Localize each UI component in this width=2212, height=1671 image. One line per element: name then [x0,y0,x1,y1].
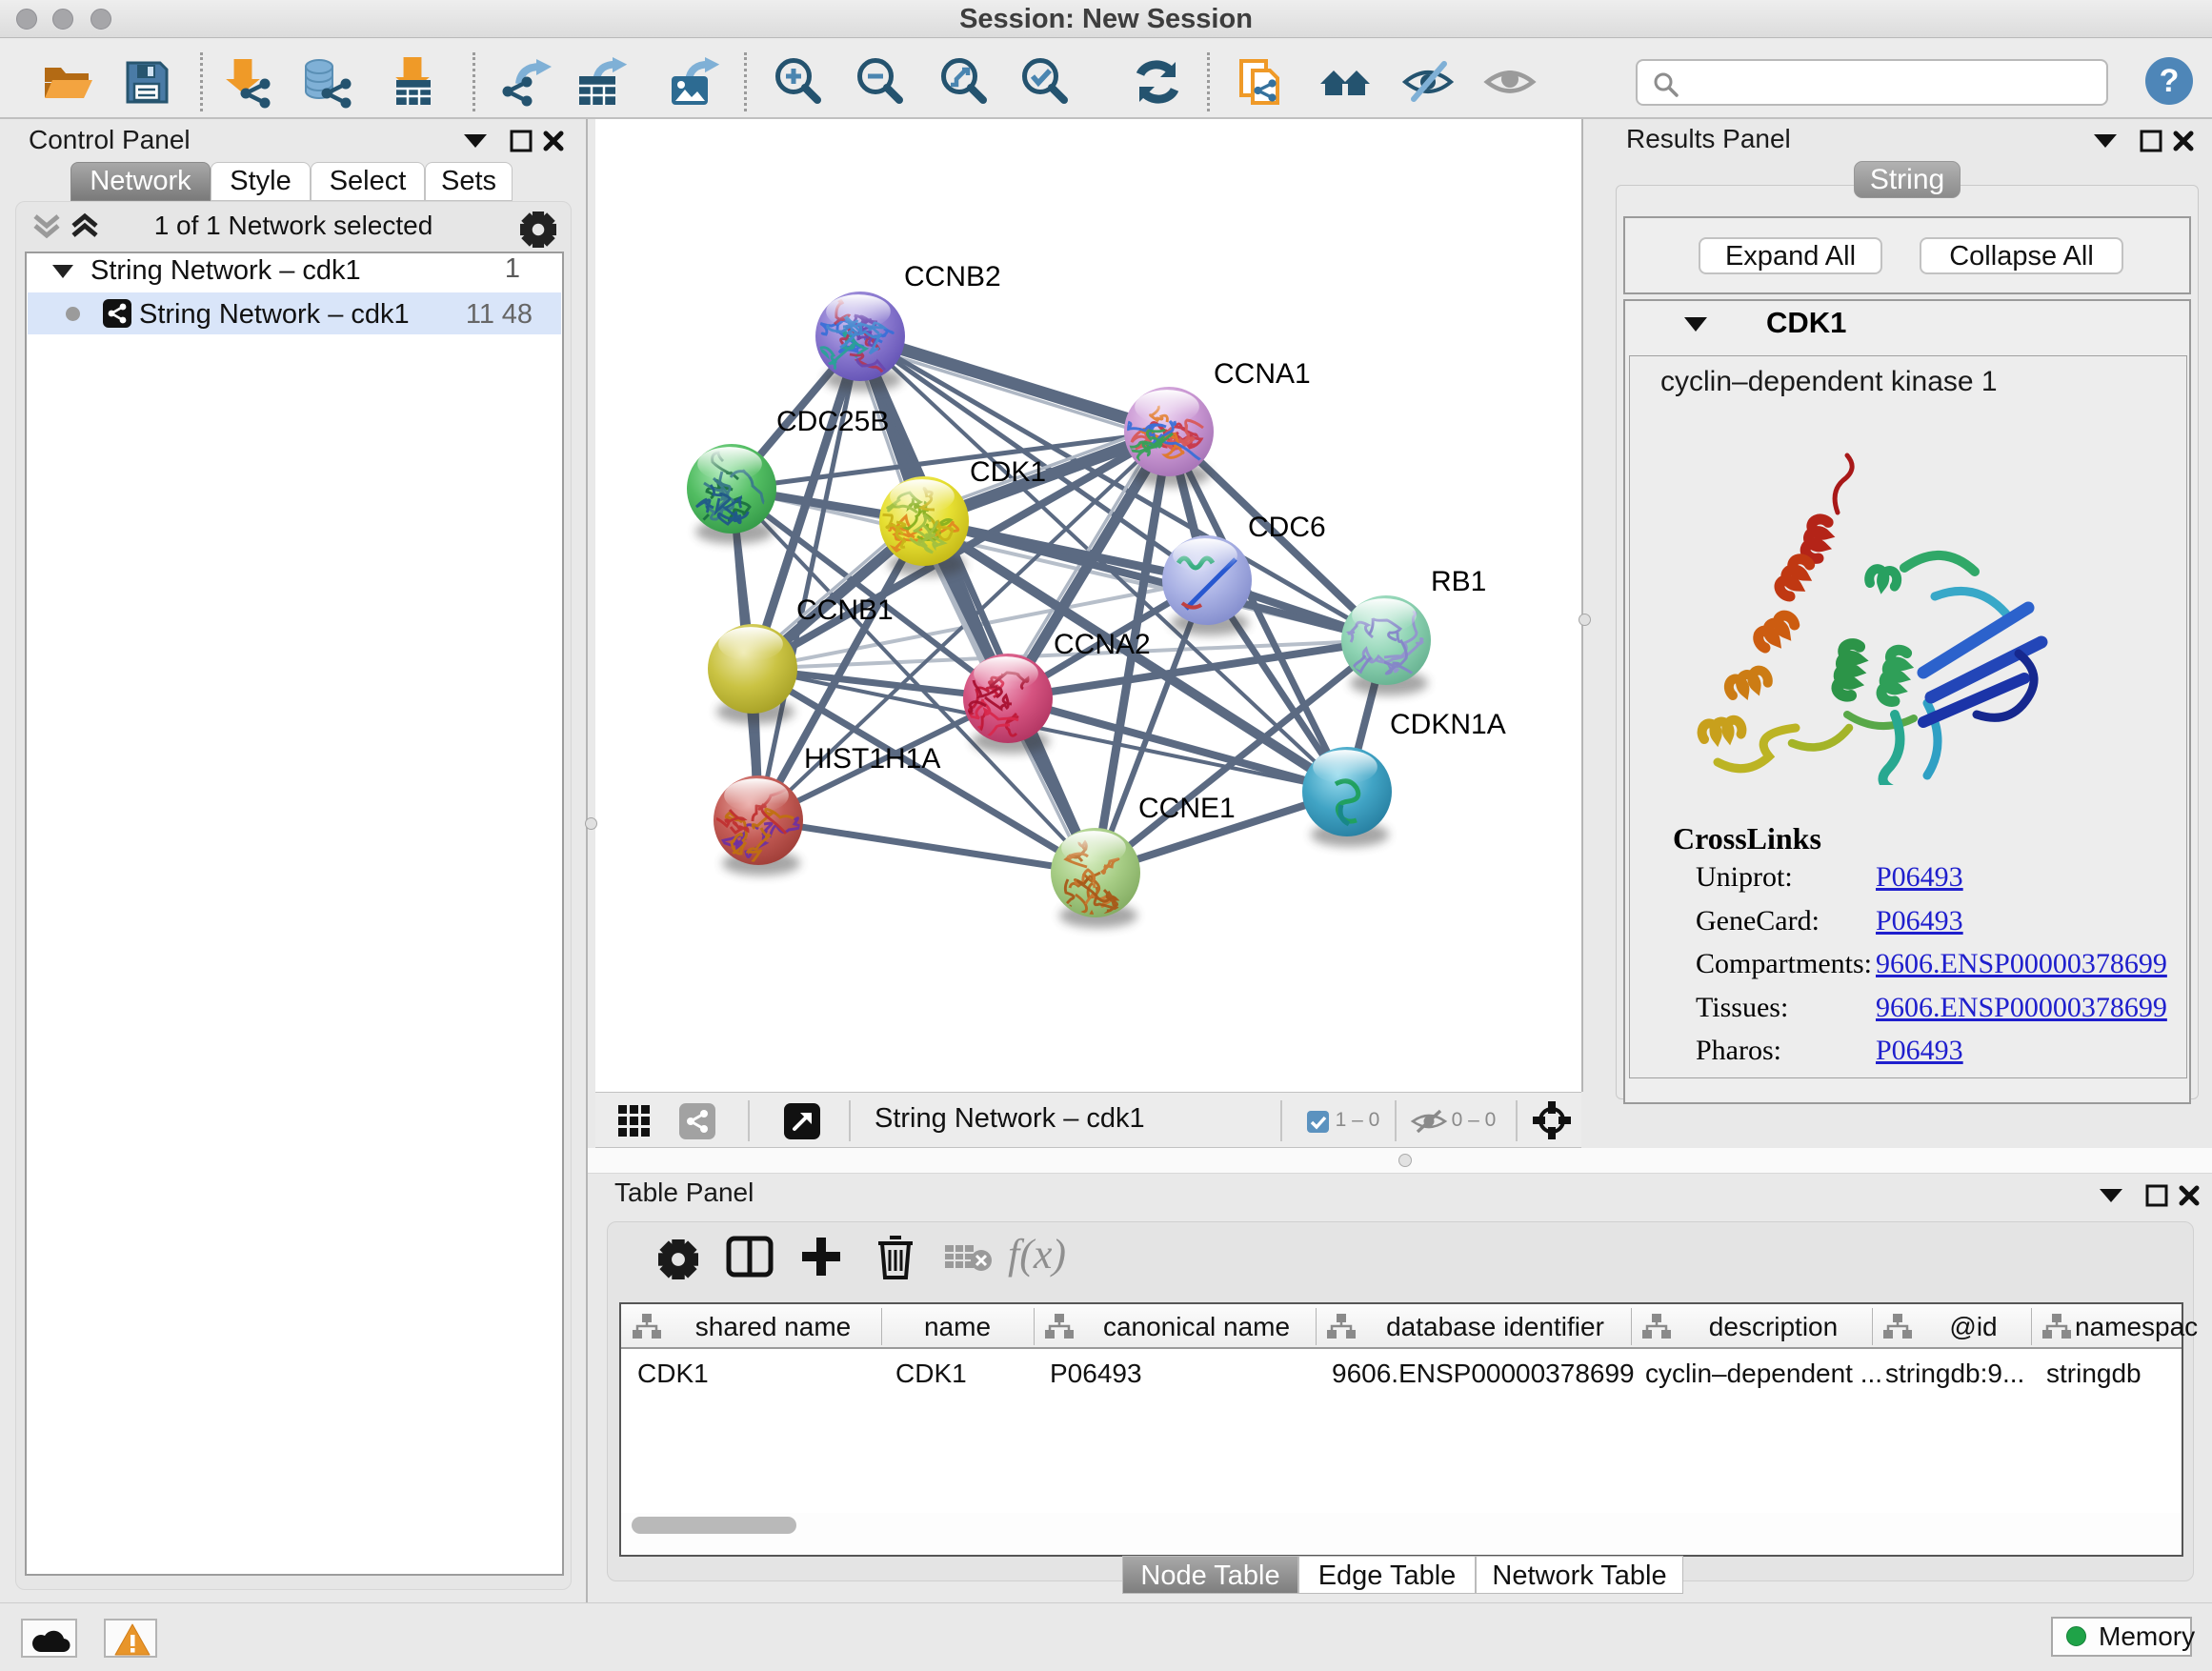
svg-text:RB1: RB1 [1431,566,1486,597]
svg-text:CCNA2: CCNA2 [1054,629,1151,660]
svg-text:HIST1H1A: HIST1H1A [804,743,940,775]
svg-text:?: ? [2160,63,2180,99]
svg-text:CDC6: CDC6 [1248,512,1326,543]
svg-text:CCNA1: CCNA1 [1214,358,1311,390]
svg-text:CDK1: CDK1 [970,456,1046,488]
svg-text:CCNE1: CCNE1 [1138,793,1236,824]
svg-text:CDKN1A: CDKN1A [1390,709,1506,740]
svg-text:CCNB1: CCNB1 [796,594,894,626]
svg-text:CCNB2: CCNB2 [904,261,1001,292]
svg-text:CDC25B: CDC25B [776,406,889,437]
